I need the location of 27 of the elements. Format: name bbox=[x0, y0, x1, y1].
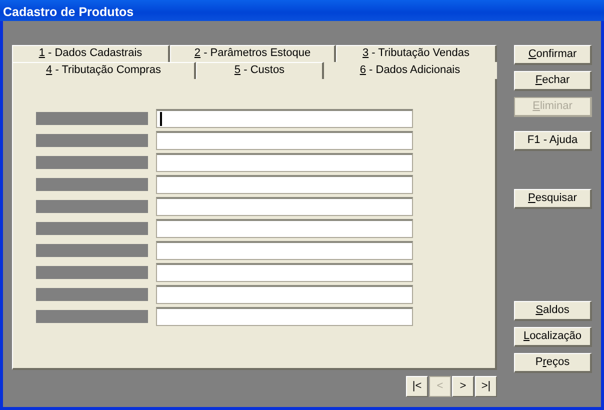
input-field[interactable] bbox=[156, 109, 413, 128]
input-field[interactable] bbox=[156, 285, 413, 304]
action-button[interactable]: Fechar bbox=[514, 71, 592, 91]
action-button[interactable]: Saldos bbox=[514, 301, 592, 321]
tab[interactable]: 6 - Dados Adicionais bbox=[324, 62, 497, 79]
tab[interactable]: 1 - Dados Cadastrais bbox=[12, 45, 170, 62]
input-field[interactable] bbox=[156, 307, 413, 326]
navigation-button[interactable]: |< bbox=[406, 376, 428, 397]
tab[interactable]: 2 - Parâmetros Estoque bbox=[170, 45, 336, 62]
action-button[interactable]: Pesquisar bbox=[514, 189, 592, 209]
input-field[interactable] bbox=[156, 263, 413, 282]
input-field[interactable] bbox=[156, 241, 413, 260]
action-button[interactable]: Confirmar bbox=[514, 45, 592, 65]
navigation-button[interactable]: >| bbox=[475, 376, 497, 397]
tab[interactable]: 4 - Tributação Compras bbox=[12, 62, 196, 79]
action-button[interactable]: Localização bbox=[514, 327, 592, 347]
input-field[interactable] bbox=[156, 175, 413, 194]
action-button[interactable]: Preços bbox=[514, 353, 592, 373]
input-field[interactable] bbox=[156, 153, 413, 172]
window-title: Cadastro de Produtos bbox=[0, 0, 604, 21]
navigation-button[interactable]: > bbox=[452, 376, 474, 397]
tab[interactable]: 3 - Tributação Vendas bbox=[336, 45, 497, 62]
action-button[interactable]: F1 - Ajuda bbox=[514, 131, 592, 151]
input-field[interactable] bbox=[156, 219, 413, 238]
tab[interactable]: 5 - Custos bbox=[196, 62, 324, 79]
input-field[interactable] bbox=[156, 131, 413, 150]
input-field[interactable] bbox=[156, 197, 413, 216]
